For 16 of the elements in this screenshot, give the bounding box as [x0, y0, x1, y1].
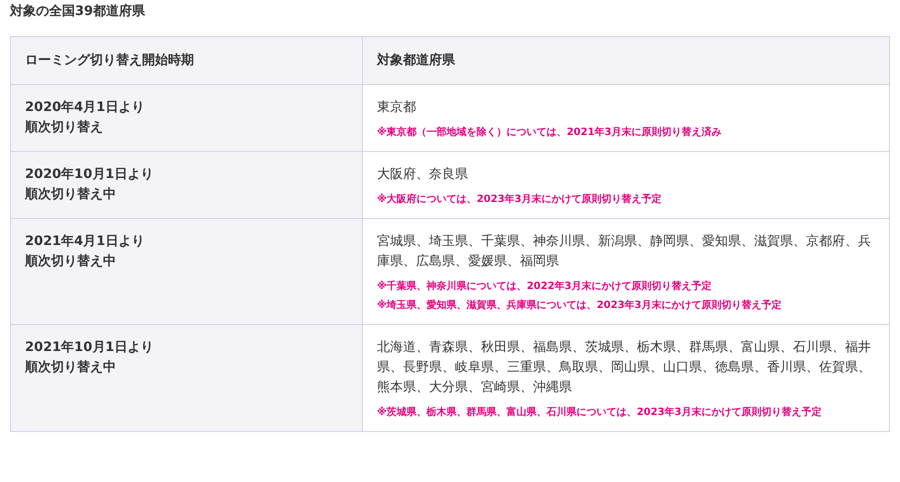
- column-header: ローミング切り替え開始時期: [11, 37, 363, 84]
- period-cell: 2020年10月1日より 順次切り替え中: [11, 152, 363, 218]
- prefecture-list: 北海道、青森県、秋田県、福島県、茨城県、栃木県、群馬県、富山県、石川県、福井県、長野県、岐阜県、三重県、鳥取県、岡山県、山口県、徳島県、香川県、佐賀県、熊本県、大分県、宮崎県、沖縄県: [377, 338, 875, 398]
- note-text: ※千葉県、神奈川県については、2022年3月末にかけて原則切り替え予定: [377, 279, 713, 294]
- note-text: ※大阪府については、2023年3月末にかけて原則切り替え予定: [377, 192, 663, 207]
- period-cell: 2021年4月1日より 順次切り替え中: [11, 219, 363, 324]
- prefecture-list: 東京都: [377, 98, 875, 118]
- period-cell: 2020年4月1日より 順次切り替え: [11, 85, 363, 151]
- prefecture-list: 宮城県、埼玉県、千葉県、神奈川県、新潟県、静岡県、愛知県、滋賀県、京都府、兵庫県、広島県、愛媛県、福岡県: [377, 232, 875, 272]
- note-text: ※東京都（一部地域を除く）については、2021年3月末に原則切り替え済み: [377, 125, 723, 140]
- prefecture-list: 大阪府、奈良県: [377, 165, 875, 185]
- section-title: 対象の全国39都道府県: [8, 2, 146, 21]
- column-header: 対象都道府県: [376, 52, 456, 70]
- period-cell: 2021年10月1日より 順次切り替え中: [11, 325, 363, 431]
- note-text: ※茨城県、栃木県、群馬県、富山県、石川県については、2023年3月末にかけて原則切り替え予定: [377, 405, 823, 420]
- note-text: ※埼玉県、愛知県、滋賀県、兵庫県については、2023年3月末にかけて原則切り替え予定: [377, 298, 783, 313]
